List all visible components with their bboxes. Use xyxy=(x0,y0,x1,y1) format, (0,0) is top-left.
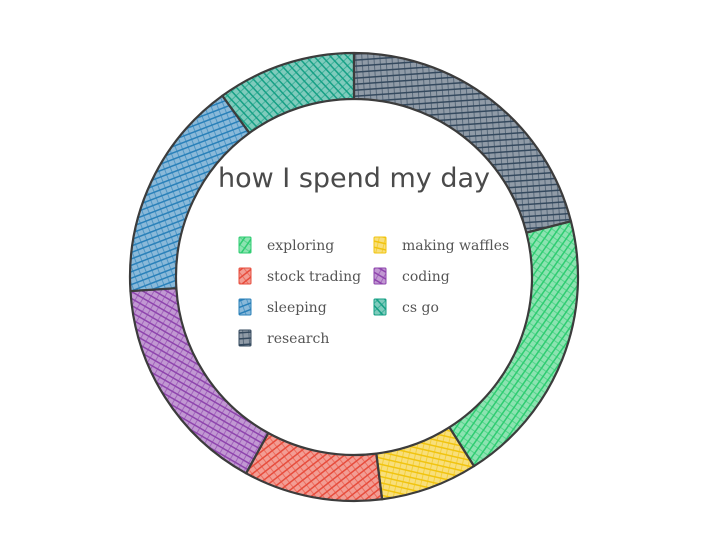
legend-label-making-waffles: making waffles xyxy=(402,238,509,254)
legend-label-coding: coding xyxy=(402,269,450,285)
legend-swatch-stock-trading xyxy=(238,267,252,285)
legend-swatch-exploring xyxy=(238,236,252,254)
slice-exploring xyxy=(448,220,580,468)
chart-legend: exploring stock trading sleeping research ma… xyxy=(238,236,509,347)
chart-title: how I spend my day xyxy=(218,163,490,194)
legend-label-cs-go: cs go xyxy=(402,300,439,316)
legend-swatch-research xyxy=(238,329,252,347)
slice-cs-go xyxy=(221,51,356,135)
slice-coding xyxy=(129,287,270,475)
legend-label-sleeping: sleeping xyxy=(267,300,327,316)
legend-swatch-cs-go xyxy=(373,298,387,316)
slice-research xyxy=(352,51,573,234)
legend-label-stock-trading: stock trading xyxy=(267,269,361,285)
legend-swatch-sleeping xyxy=(238,298,252,316)
legend-swatch-coding xyxy=(373,267,387,285)
legend-label-exploring: exploring xyxy=(267,238,334,254)
legend-swatch-making-waffles xyxy=(373,236,387,254)
legend-label-research: research xyxy=(267,331,329,347)
slice-stock-trading xyxy=(244,431,384,503)
doughnut-chart: how I spend my day exploring stock tradin… xyxy=(128,51,580,503)
